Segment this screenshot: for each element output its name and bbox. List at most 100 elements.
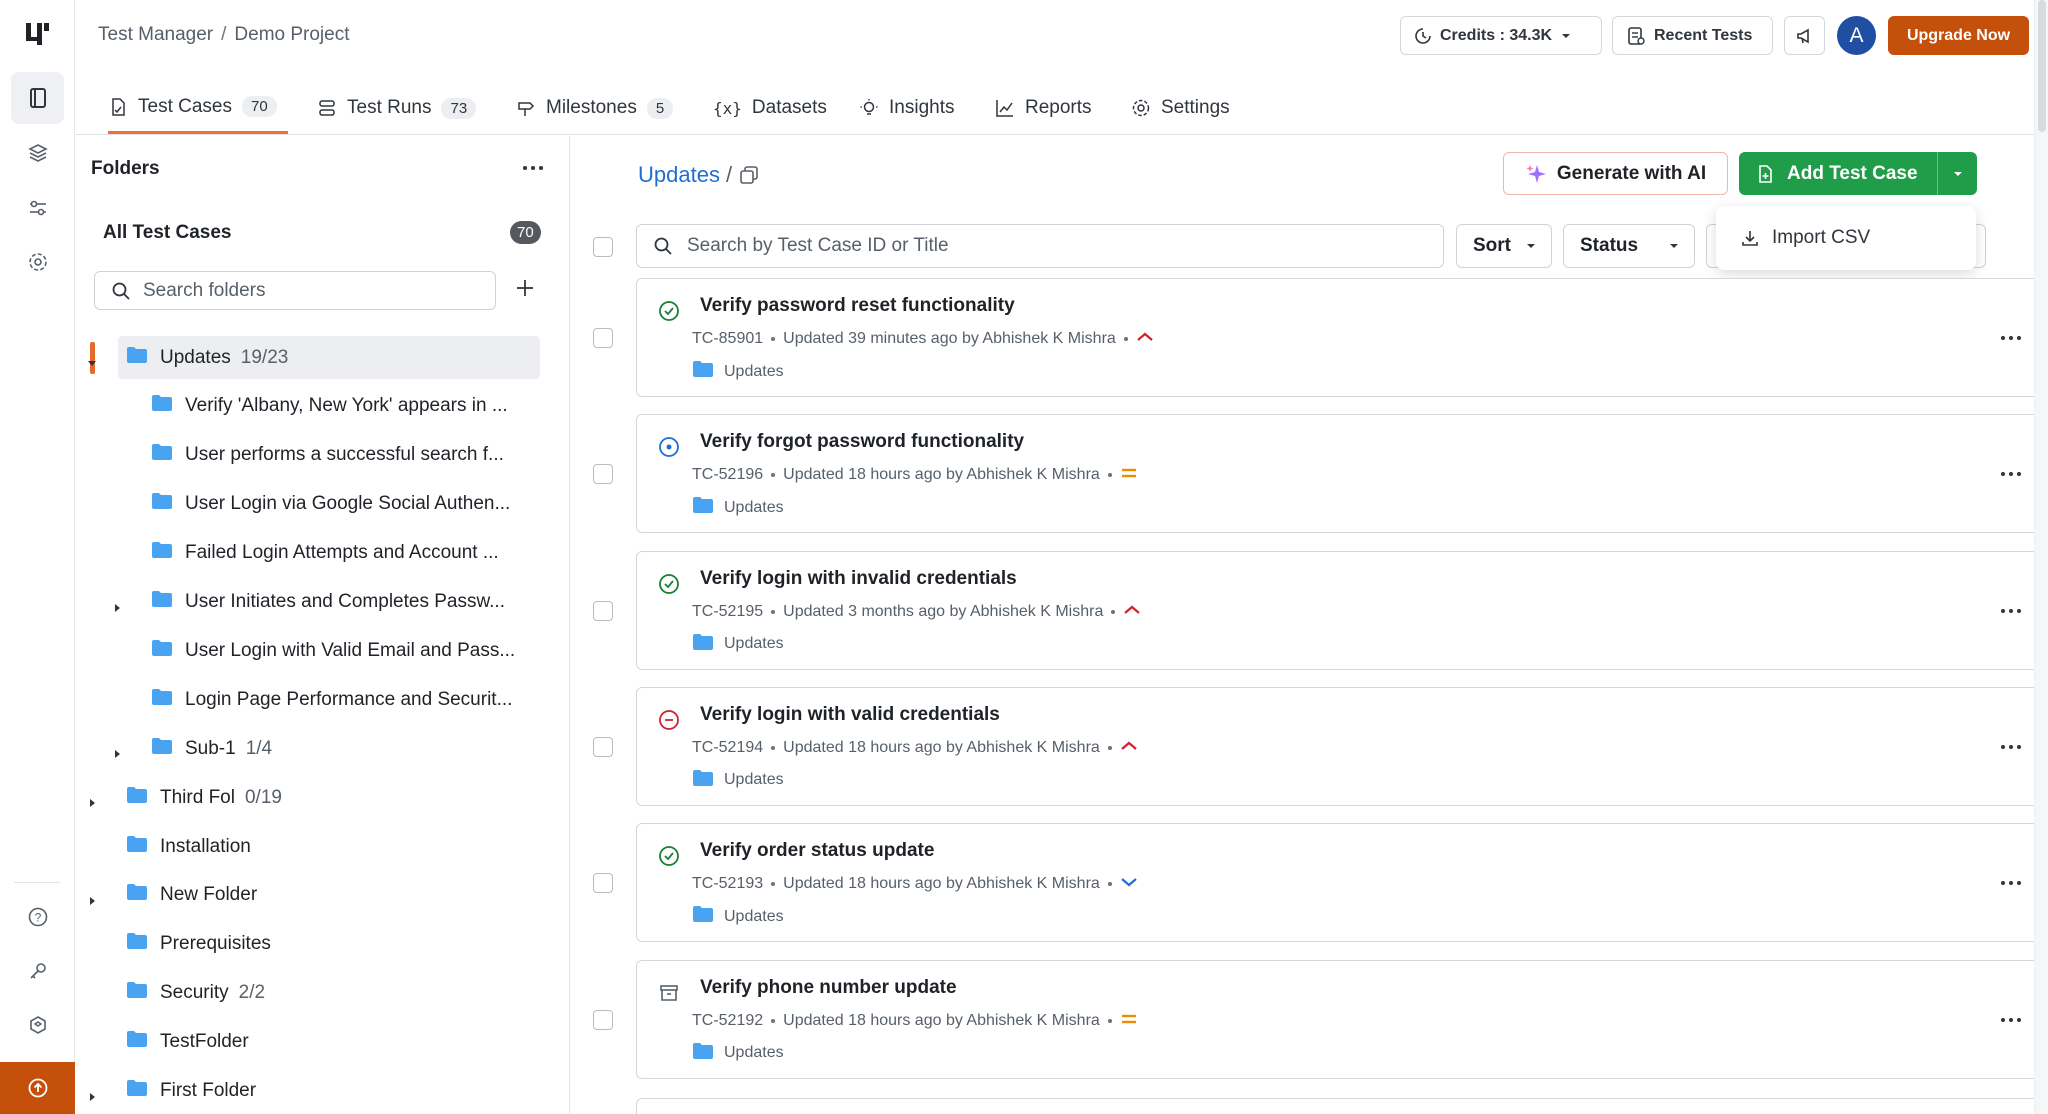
test-case-checkbox[interactable] <box>593 1009 613 1030</box>
select-all-checkbox[interactable] <box>593 237 613 257</box>
folder-item[interactable]: Security 2/2 <box>118 972 265 1015</box>
folder-item[interactable]: Third Fol 0/19 <box>90 776 282 819</box>
tab-settings[interactable]: Settings <box>1131 82 1230 134</box>
folder-item[interactable]: New Folder <box>90 874 257 917</box>
tab-datasets[interactable]: {x} Datasets <box>713 82 827 134</box>
folder-item[interactable]: User Initiates and Completes Passw... <box>115 581 505 624</box>
more-options-icon[interactable] <box>1999 735 2023 764</box>
more-options-icon[interactable] <box>1999 871 2023 900</box>
add-test-case-dropdown[interactable] <box>1937 152 1977 195</box>
folder-item[interactable]: Login Page Performance and Securit... <box>143 678 512 721</box>
folder-item[interactable]: User Login with Valid Email and Pass... <box>143 629 515 672</box>
more-options-icon[interactable] <box>1999 326 2023 355</box>
breadcrumb-project[interactable]: Demo Project <box>234 24 349 45</box>
test-case-card[interactable]: Verify phone number update TC-52192 Update… <box>636 959 2048 1079</box>
folder-item[interactable]: Sub-1 1/4 <box>115 727 272 770</box>
import-csv-menu-item[interactable]: Import CSV <box>1716 206 1976 270</box>
tab-test-runs[interactable]: Test Runs 73 <box>317 82 477 134</box>
folder-item[interactable]: TestFolder <box>118 1021 249 1064</box>
rail-layers[interactable] <box>11 127 64 179</box>
sort-dropdown[interactable]: Sort <box>1456 224 1552 268</box>
tab-test-cases[interactable]: Test Cases 70 <box>108 82 288 134</box>
test-case-title[interactable]: Verify forgot password functionality <box>700 431 1024 453</box>
folder-item[interactable]: First Folder <box>90 1070 256 1113</box>
tab-insights[interactable]: Insights <box>859 82 954 134</box>
rail-help[interactable]: ? <box>11 891 64 943</box>
separator-dot <box>771 473 776 478</box>
caret-right-icon[interactable] <box>87 1086 97 1108</box>
test-case-card[interactable]: Verify order status update TC-52193 Update… <box>636 823 2048 943</box>
test-case-title[interactable]: Verify phone number update <box>700 977 957 999</box>
folder-icon <box>692 360 714 383</box>
test-case-id: TC-52192 <box>692 1011 764 1029</box>
folder-item[interactable]: Updates 19/23 <box>88 336 540 379</box>
folder-search-input[interactable] <box>143 279 473 302</box>
user-avatar[interactable]: A <box>1837 16 1876 55</box>
breadcrumb-separator: / <box>221 24 227 45</box>
test-case-checkbox[interactable] <box>593 736 613 757</box>
add-test-case-button[interactable]: Add Test Case <box>1739 152 1977 195</box>
caret-right-icon[interactable] <box>112 597 122 619</box>
folder-item[interactable]: Prerequisites <box>118 923 271 966</box>
tab-milestones[interactable]: Milestones 5 <box>516 82 674 134</box>
test-case-search-input[interactable] <box>687 235 1427 257</box>
test-case-id: TC-85901 <box>692 330 764 347</box>
test-case-checkbox[interactable] <box>593 328 613 348</box>
page-scrollbar[interactable] <box>2034 0 2048 1114</box>
caret-right-icon[interactable] <box>87 890 97 912</box>
more-options-icon[interactable] <box>1999 462 2023 491</box>
test-case-search-box[interactable] <box>636 224 1444 268</box>
credits-button[interactable]: Credits : 34.3K <box>1400 16 1602 55</box>
search-icon <box>112 282 130 300</box>
test-case-title[interactable]: Verify login with invalid credentials <box>700 568 1017 590</box>
folder-item[interactable]: User performs a successful search f... <box>143 434 504 477</box>
folder-item[interactable]: User Login via Google Social Authen... <box>143 483 510 526</box>
folder-path-label[interactable]: Updates <box>638 162 720 188</box>
test-case-checkbox[interactable] <box>593 600 613 621</box>
add-test-case-main[interactable]: Add Test Case <box>1739 163 1937 185</box>
folder-search-box[interactable] <box>94 271 496 310</box>
copy-icon[interactable] <box>738 164 760 186</box>
test-case-title[interactable]: Verify order status update <box>700 840 934 862</box>
test-case-card[interactable]: Verify password reset functionality TC-85… <box>636 278 2048 397</box>
all-test-cases-link[interactable]: All Test Cases <box>103 222 231 244</box>
rail-settings[interactable] <box>11 236 64 288</box>
test-case-checkbox[interactable] <box>593 873 613 894</box>
announcements-button[interactable] <box>1784 16 1825 55</box>
test-case-card[interactable]: Verify login with valid credentials TC-52… <box>636 686 2048 806</box>
test-case-checkbox[interactable] <box>593 464 613 485</box>
status-archived-icon <box>658 982 680 1009</box>
upgrade-now-button[interactable]: Upgrade Now <box>1888 16 2029 55</box>
rail-sliders[interactable] <box>11 182 64 234</box>
folder-icon <box>151 492 173 516</box>
folder-item[interactable]: Installation <box>118 825 251 868</box>
more-options-icon[interactable] <box>1999 1008 2023 1037</box>
rail-key[interactable] <box>11 945 64 997</box>
test-case-title[interactable]: Verify password reset functionality <box>700 295 1015 317</box>
status-dropdown[interactable]: Status <box>1563 224 1695 268</box>
app-logo-icon[interactable] <box>23 20 51 48</box>
folder-name: Installation <box>160 835 251 857</box>
rail-test-management[interactable] <box>11 72 64 124</box>
add-folder-icon[interactable] <box>514 277 536 299</box>
test-case-card[interactable]: Verify login with invalid credentials TC-… <box>636 550 2048 670</box>
rail-upload-button[interactable] <box>0 1062 75 1114</box>
folder-name: Sub-1 <box>185 737 236 759</box>
breadcrumb-test-manager[interactable]: Test Manager <box>98 24 213 45</box>
test-case-card-partial[interactable] <box>636 1098 2048 1114</box>
caret-down-icon[interactable] <box>87 352 97 374</box>
generate-with-ai-button[interactable]: Generate with AI <box>1503 152 1728 195</box>
tab-reports[interactable]: Reports <box>995 82 1092 134</box>
scrollbar-thumb[interactable] <box>2038 0 2046 132</box>
test-case-card[interactable]: Verify forgot password functionality TC-5… <box>636 414 2048 534</box>
test-runs-icon <box>319 100 335 116</box>
test-case-title[interactable]: Verify login with valid credentials <box>700 704 1000 726</box>
caret-right-icon[interactable] <box>87 792 97 814</box>
folder-item[interactable]: Failed Login Attempts and Account ... <box>143 532 499 575</box>
caret-right-icon[interactable] <box>112 743 122 765</box>
folder-item[interactable]: Verify 'Albany, New York' appears in ... <box>143 385 508 428</box>
folders-more-icon[interactable] <box>521 156 545 180</box>
recent-tests-button[interactable]: Recent Tests <box>1612 16 1773 55</box>
more-options-icon[interactable] <box>1999 599 2023 628</box>
rail-integrations[interactable] <box>11 999 64 1051</box>
